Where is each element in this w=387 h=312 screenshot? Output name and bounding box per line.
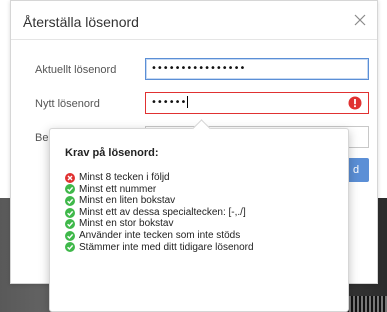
check-icon xyxy=(65,242,75,253)
requirement-text: Minst ett nummer xyxy=(79,183,157,195)
dialog-title: Återställa lösenord xyxy=(23,14,139,30)
check-icon xyxy=(65,184,75,195)
fail-icon xyxy=(65,172,75,183)
error-exclamation-icon xyxy=(348,96,362,110)
dialog-header: Återställa lösenord xyxy=(11,1,377,40)
check-icon xyxy=(65,219,75,230)
requirement-text: Minst en stor bokstav xyxy=(79,218,174,230)
requirement-text: Använder inte tecken som inte stöds xyxy=(79,229,241,241)
check-icon xyxy=(65,195,75,206)
requirement-text: Minst en liten bokstav xyxy=(79,195,176,207)
requirement-item: Minst 8 tecken i följd xyxy=(65,172,254,184)
current-password-input[interactable]: •••••••••••••••• xyxy=(145,58,369,80)
requirement-item: Minst ett av dessa specialtecken: [-,./] xyxy=(65,207,254,219)
background-stripes xyxy=(347,296,387,312)
new-password-input[interactable]: •••••• xyxy=(145,92,369,114)
check-icon xyxy=(65,230,75,241)
requirements-title: Krav på lösenord: xyxy=(65,147,159,159)
text-caret xyxy=(187,96,189,108)
requirement-item: Minst en stor bokstav xyxy=(65,218,254,230)
requirement-item: Använder inte tecken som inte stöds xyxy=(65,230,254,242)
requirement-item: Minst en liten bokstav xyxy=(65,195,254,207)
new-password-label: Nytt lösenord xyxy=(35,98,100,110)
new-password-value: •••••• xyxy=(151,97,187,108)
password-requirements-popover: Krav på lösenord: Minst 8 tecken i följd… xyxy=(49,119,349,312)
current-password-label: Aktuellt lösenord xyxy=(35,64,117,76)
requirement-text: Stämmer inte med ditt tidigare lösenord xyxy=(79,241,254,253)
requirement-text: Minst ett av dessa specialtecken: [-,./] xyxy=(79,206,246,218)
check-icon xyxy=(65,207,75,218)
submit-button-label: d xyxy=(353,164,360,176)
current-password-value: •••••••••••••••• xyxy=(151,63,246,74)
close-icon[interactable] xyxy=(351,11,369,29)
requirement-text: Minst 8 tecken i följd xyxy=(79,172,170,183)
requirements-list: Minst 8 tecken i följd Minst ett nummer … xyxy=(65,172,254,253)
requirement-item: Minst ett nummer xyxy=(65,184,254,196)
requirement-item: Stämmer inte med ditt tidigare lösenord xyxy=(65,242,254,254)
